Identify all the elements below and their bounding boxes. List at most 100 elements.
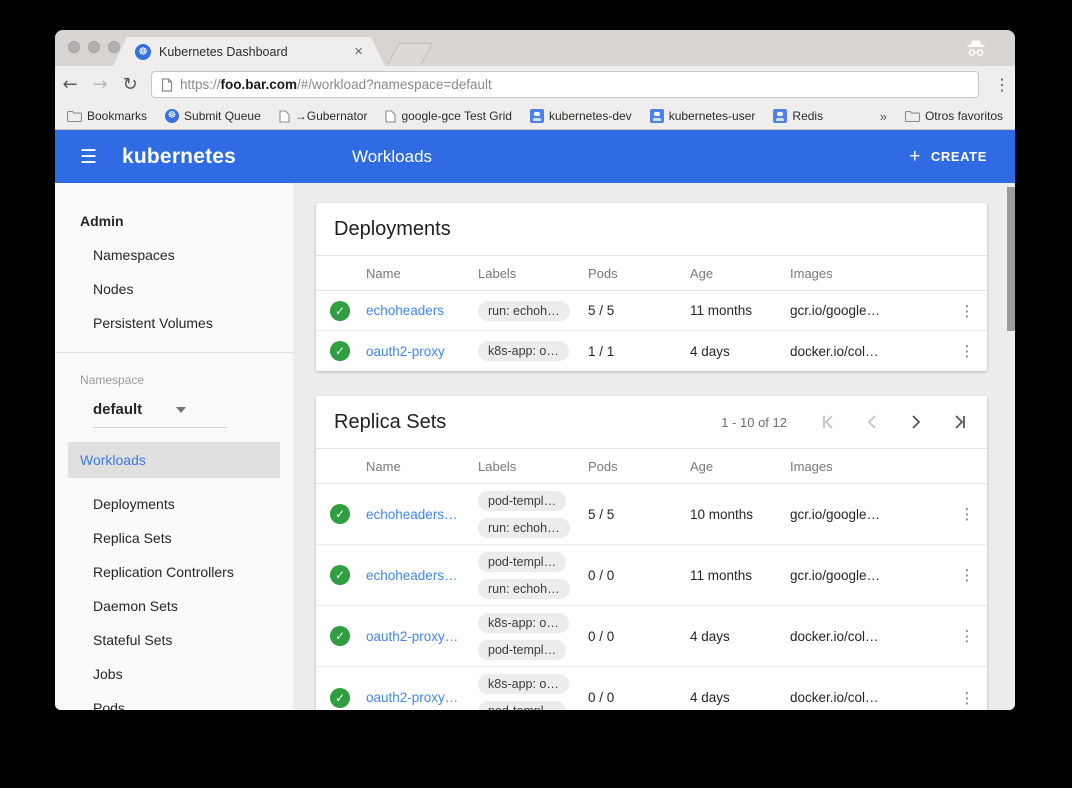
column-header-age: Age — [690, 459, 790, 474]
row-menu-icon[interactable]: ⋮ — [960, 689, 975, 707]
replica-set-link[interactable]: oauth2-proxy… — [366, 629, 478, 644]
close-window-button[interactable] — [68, 41, 80, 53]
bookmarks-overflow-icon[interactable]: » — [880, 109, 887, 124]
sidebar-item-pods[interactable]: Pods — [55, 682, 293, 710]
deployments-card-title: Deployments — [334, 218, 451, 241]
browser-window: ☸ Kubernetes Dashboard × ← → ↻ https://f… — [55, 30, 1015, 710]
forward-icon[interactable]: → — [85, 74, 115, 95]
sidebar-item-stateful-sets[interactable]: Stateful Sets — [55, 614, 293, 648]
pods-cell: 0 / 0 — [588, 568, 690, 583]
kubernetes-favicon: ☸ — [135, 44, 151, 60]
tab-title: Kubernetes Dashboard — [159, 45, 346, 59]
next-page-icon[interactable] — [907, 413, 925, 431]
deployments-table-header: Name Labels Pods Age Images — [316, 255, 987, 291]
app-header: ☰ kubernetes Workloads + CREATE — [55, 130, 1015, 183]
images-cell: docker.io/col… — [790, 690, 947, 705]
sidebar-item-replica-sets[interactable]: Replica Sets — [55, 512, 293, 546]
tab-strip: ☸ Kubernetes Dashboard × — [55, 30, 1015, 66]
label-chip: pod-templ… — [478, 552, 566, 572]
images-cell: docker.io/col… — [790, 629, 947, 644]
bookmark-folder-otros-favoritos[interactable]: Otros favoritos — [905, 109, 1003, 123]
replica-set-link[interactable]: oauth2-proxy… — [366, 690, 478, 705]
row-menu-icon[interactable]: ⋮ — [960, 566, 975, 584]
group-icon — [773, 109, 787, 123]
bookmark-label: google-gce Test Grid — [401, 109, 512, 123]
bookmarks-bar: Bookmarks ☸ Submit Queue →Gubernator goo… — [55, 103, 1015, 130]
replica-set-link[interactable]: echoheaders… — [366, 507, 478, 522]
sidebar-item-daemon-sets[interactable]: Daemon Sets — [55, 580, 293, 614]
sidebar-item-replication-controllers[interactable]: Replication Controllers — [55, 546, 293, 580]
status-ok-icon: ✓ — [330, 341, 350, 361]
url-host: foo.bar.com — [221, 77, 298, 92]
age-cell: 11 months — [690, 303, 790, 318]
table-row: ✓ echoheaders run: echoh… 5 / 5 11 month… — [316, 291, 987, 331]
scrollbar-thumb[interactable] — [1007, 187, 1015, 331]
bookmark-gubernator[interactable]: →Gubernator — [279, 109, 368, 123]
row-menu-icon[interactable]: ⋮ — [960, 342, 975, 360]
close-tab-icon[interactable]: × — [354, 44, 363, 59]
reload-icon[interactable]: ↻ — [115, 74, 145, 95]
pods-cell: 1 / 1 — [588, 344, 690, 359]
pods-cell: 0 / 0 — [588, 690, 690, 705]
sidebar-item-admin[interactable]: Admin — [55, 183, 293, 229]
bookmark-redis[interactable]: Redis — [773, 109, 823, 123]
pagination: 1 - 10 of 12 — [721, 413, 969, 431]
column-header-name: Name — [366, 266, 478, 281]
bookmark-folder-bookmarks[interactable]: Bookmarks — [67, 109, 147, 123]
deployments-card: Deployments Name Labels Pods Age Images … — [316, 203, 987, 371]
sidebar-item-workloads[interactable]: Workloads — [68, 442, 280, 478]
app-logo[interactable]: kubernetes — [122, 145, 236, 169]
column-header-labels: Labels — [478, 266, 588, 281]
hamburger-menu-icon[interactable]: ☰ — [80, 146, 100, 168]
bookmark-kubernetes-dev[interactable]: kubernetes-dev — [530, 109, 632, 123]
bookmark-kubernetes-user[interactable]: kubernetes-user — [650, 109, 756, 123]
bookmark-submit-queue[interactable]: ☸ Submit Queue — [165, 109, 261, 123]
status-ok-icon: ✓ — [330, 301, 350, 321]
browser-toolbar: ← → ↻ https://foo.bar.com/#/workload?nam… — [55, 66, 1015, 103]
column-header-name: Name — [366, 459, 478, 474]
column-header-age: Age — [690, 266, 790, 281]
bookmark-label: kubernetes-dev — [549, 109, 632, 123]
namespace-label: Namespace — [55, 353, 293, 387]
table-row: ✓ oauth2-proxy k8s-app: o… 1 / 1 4 days … — [316, 331, 987, 371]
row-menu-icon[interactable]: ⋮ — [960, 505, 975, 523]
first-page-icon[interactable] — [819, 413, 837, 431]
images-cell: gcr.io/google… — [790, 507, 947, 522]
address-bar[interactable]: https://foo.bar.com/#/workload?namespace… — [151, 71, 979, 98]
kubernetes-icon: ☸ — [165, 109, 179, 123]
deployment-link[interactable]: echoheaders — [366, 303, 478, 318]
replica-sets-card-title: Replica Sets — [334, 411, 446, 434]
back-icon[interactable]: ← — [55, 74, 85, 95]
create-button[interactable]: + CREATE — [909, 146, 987, 168]
label-chip: k8s-app: o… — [478, 674, 569, 694]
age-cell: 4 days — [690, 690, 790, 705]
status-ok-icon: ✓ — [330, 565, 350, 585]
previous-page-icon[interactable] — [863, 413, 881, 431]
row-menu-icon[interactable]: ⋮ — [960, 627, 975, 645]
status-ok-icon: ✓ — [330, 626, 350, 646]
status-ok-icon: ✓ — [330, 504, 350, 524]
bookmark-google-gce-test-grid[interactable]: google-gce Test Grid — [385, 109, 512, 123]
row-menu-icon[interactable]: ⋮ — [960, 302, 975, 320]
last-page-icon[interactable] — [951, 413, 969, 431]
age-cell: 11 months — [690, 568, 790, 583]
sidebar-item-persistent-volumes[interactable]: Persistent Volumes — [55, 297, 293, 331]
minimize-window-button[interactable] — [88, 41, 100, 53]
namespace-select[interactable]: default — [93, 401, 227, 428]
sidebar-item-jobs[interactable]: Jobs — [55, 648, 293, 682]
new-tab-button[interactable] — [387, 43, 433, 65]
browser-menu-icon[interactable]: ⋮ — [989, 75, 1015, 94]
age-cell: 4 days — [690, 629, 790, 644]
app-body: Admin Namespaces Nodes Persistent Volume… — [55, 183, 1015, 710]
sidebar-item-namespaces[interactable]: Namespaces — [55, 229, 293, 263]
browser-tab[interactable]: ☸ Kubernetes Dashboard × — [113, 37, 385, 66]
replica-set-link[interactable]: echoheaders… — [366, 568, 478, 583]
zoom-window-button[interactable] — [108, 41, 120, 53]
sidebar-item-deployments[interactable]: Deployments — [55, 478, 293, 512]
sidebar-item-nodes[interactable]: Nodes — [55, 263, 293, 297]
status-ok-icon: ✓ — [330, 688, 350, 708]
namespace-value: default — [93, 401, 142, 418]
column-header-images: Images — [790, 266, 947, 281]
bookmark-label: kubernetes-user — [669, 109, 756, 123]
deployment-link[interactable]: oauth2-proxy — [366, 344, 478, 359]
